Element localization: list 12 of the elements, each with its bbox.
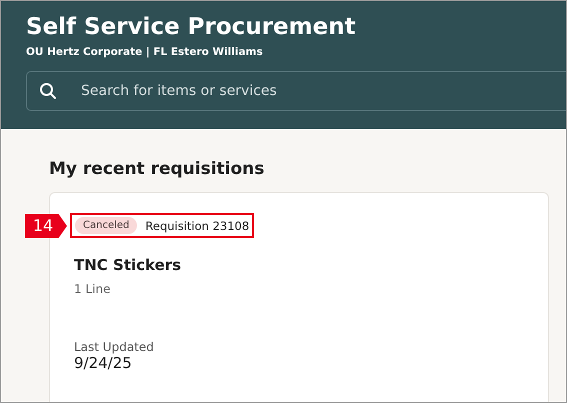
search-icon <box>39 82 57 100</box>
line-count: 1 Line <box>74 282 112 296</box>
step-callout: 14 <box>25 214 67 238</box>
business-unit-subtitle: OU Hertz Corporate | FL Estero Williams <box>26 46 264 58</box>
status-badge: Canceled <box>75 217 138 234</box>
section-heading: My recent requisitions <box>49 158 266 181</box>
search-field[interactable]: Search for items or services <box>26 71 566 111</box>
requisition-number: Requisition 23108 <box>145 218 250 232</box>
requisition-name: TNC Stickers <box>74 256 182 274</box>
last-updated-label: Last Updated <box>74 340 155 354</box>
page-title: Self Service Procurement <box>26 13 357 42</box>
last-updated-date: 9/24/25 <box>74 354 133 372</box>
